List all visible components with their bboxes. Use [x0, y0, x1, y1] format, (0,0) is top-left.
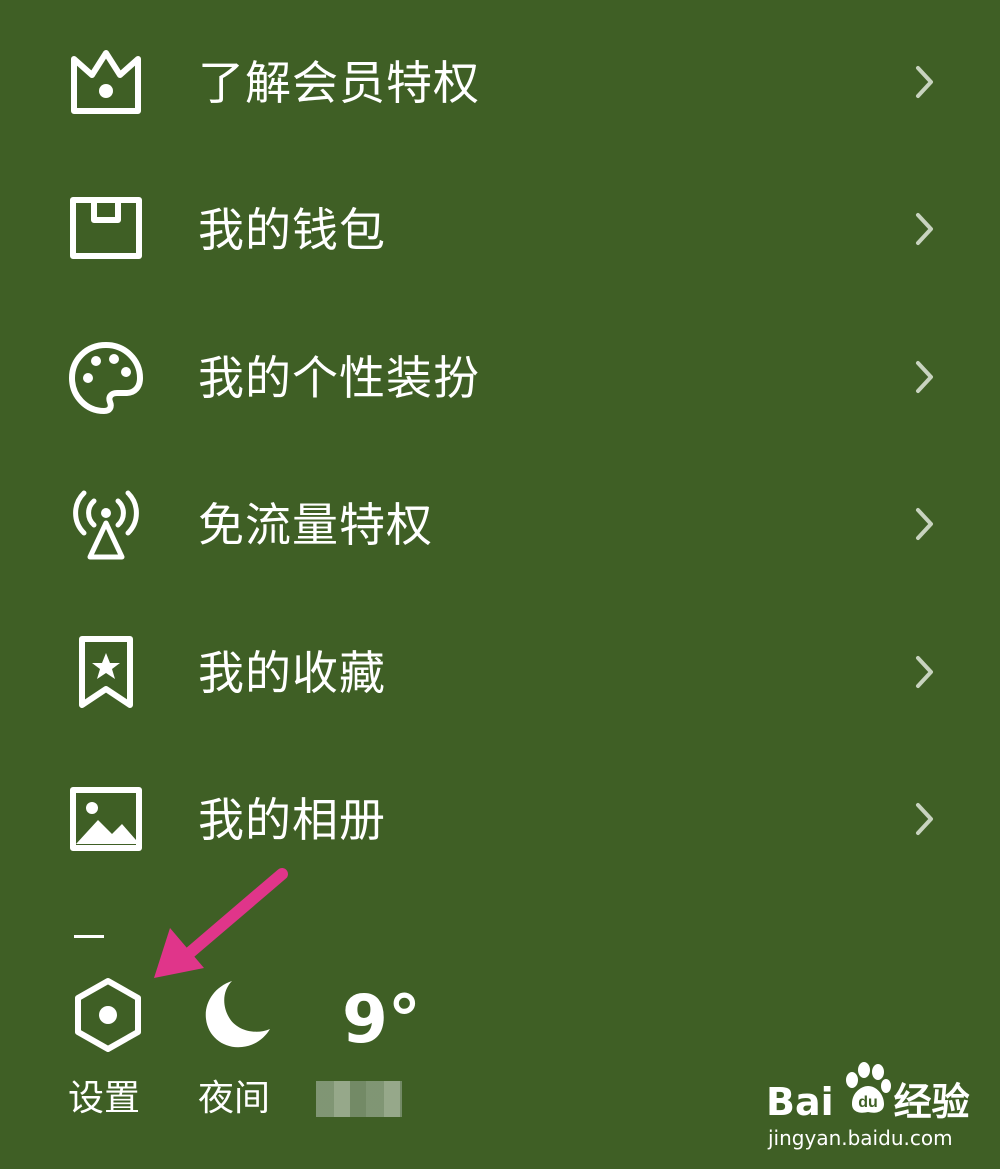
watermark-brand-left: Bai: [766, 1080, 834, 1124]
menu-item-data-free-privilege[interactable]: 免流量特权: [0, 467, 1000, 587]
chevron-right-icon: [912, 505, 938, 543]
palette-icon: [68, 340, 144, 416]
menu-item-my-wallet[interactable]: 我的钱包: [0, 172, 1000, 292]
menu-item-label: 我的个性装扮: [198, 351, 480, 405]
menu-item-personal-decoration[interactable]: 我的个性装扮: [0, 320, 1000, 440]
temperature-value: 9°: [342, 981, 421, 1058]
blurred-location-text: [316, 1081, 402, 1117]
svg-text:du: du: [858, 1094, 878, 1111]
menu-item-label: 免流量特权: [198, 498, 433, 552]
app-menu-screen: 了解会员特权 我的钱包 我的个性装扮 免流量特权 我的收藏 我的相册 设置 夜间…: [0, 0, 1000, 1169]
watermark-url: jingyan.baidu.com: [768, 1126, 953, 1150]
menu-item-label: 我的相册: [198, 793, 386, 847]
chevron-right-icon: [912, 63, 938, 101]
photo-icon: [68, 782, 144, 858]
antenna-icon: [68, 487, 144, 563]
wallet-icon: [68, 192, 144, 268]
night-mode-button[interactable]: 夜间: [198, 975, 288, 1125]
menu-item-label: 我的收藏: [198, 646, 386, 700]
menu-item-label: 我的钱包: [198, 203, 386, 257]
menu-item-label: 了解会员特权: [198, 56, 480, 110]
night-mode-label: 夜间: [198, 1078, 271, 1119]
moon-icon: [198, 975, 278, 1055]
baidu-jingyan-watermark: Bai 经验 du jingyan.baidu.com: [766, 1060, 976, 1155]
crown-icon: [68, 45, 144, 121]
settings-button[interactable]: 设置: [68, 975, 158, 1125]
settings-label: 设置: [68, 1078, 141, 1119]
chevron-right-icon: [912, 800, 938, 838]
menu-item-my-favorites[interactable]: 我的收藏: [0, 615, 1000, 735]
annotation-arrow-icon: [140, 860, 300, 990]
chevron-right-icon: [912, 358, 938, 396]
menu-item-membership-privileges[interactable]: 了解会员特权: [0, 25, 1000, 145]
watermark-brand-right: 经验: [893, 1080, 970, 1124]
chevron-right-icon: [912, 653, 938, 691]
bookmark-star-icon: [68, 635, 144, 711]
weather-widget[interactable]: 9°: [316, 975, 426, 1125]
chevron-right-icon: [912, 210, 938, 248]
settings-hexagon-icon: [68, 975, 148, 1055]
divider: [74, 935, 104, 938]
baidu-paw-logo-icon: du: [838, 1060, 894, 1116]
